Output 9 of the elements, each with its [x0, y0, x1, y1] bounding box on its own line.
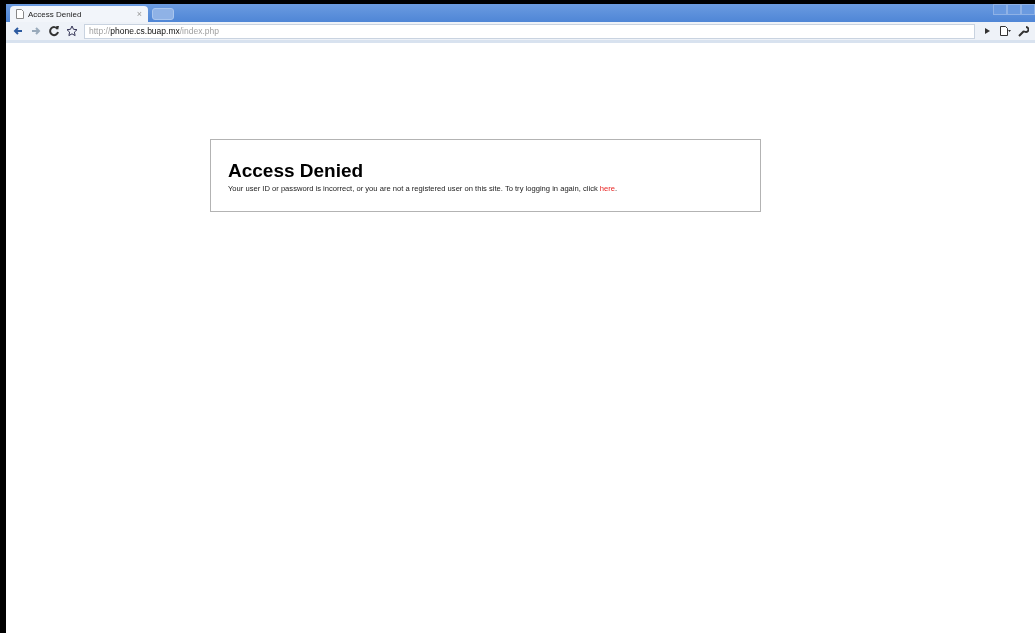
- reload-icon[interactable]: [48, 25, 60, 37]
- page-icon: [16, 9, 24, 19]
- browser-tab[interactable]: Access Denied ×: [10, 6, 148, 22]
- wrench-icon[interactable]: [1017, 25, 1029, 37]
- address-field[interactable]: http://phone.cs.buap.mx/index.php: [84, 23, 975, 39]
- star-icon[interactable]: [66, 25, 78, 37]
- back-icon[interactable]: [12, 25, 24, 37]
- page-heading: Access Denied: [228, 160, 365, 182]
- page-menu-icon[interactable]: [999, 25, 1011, 37]
